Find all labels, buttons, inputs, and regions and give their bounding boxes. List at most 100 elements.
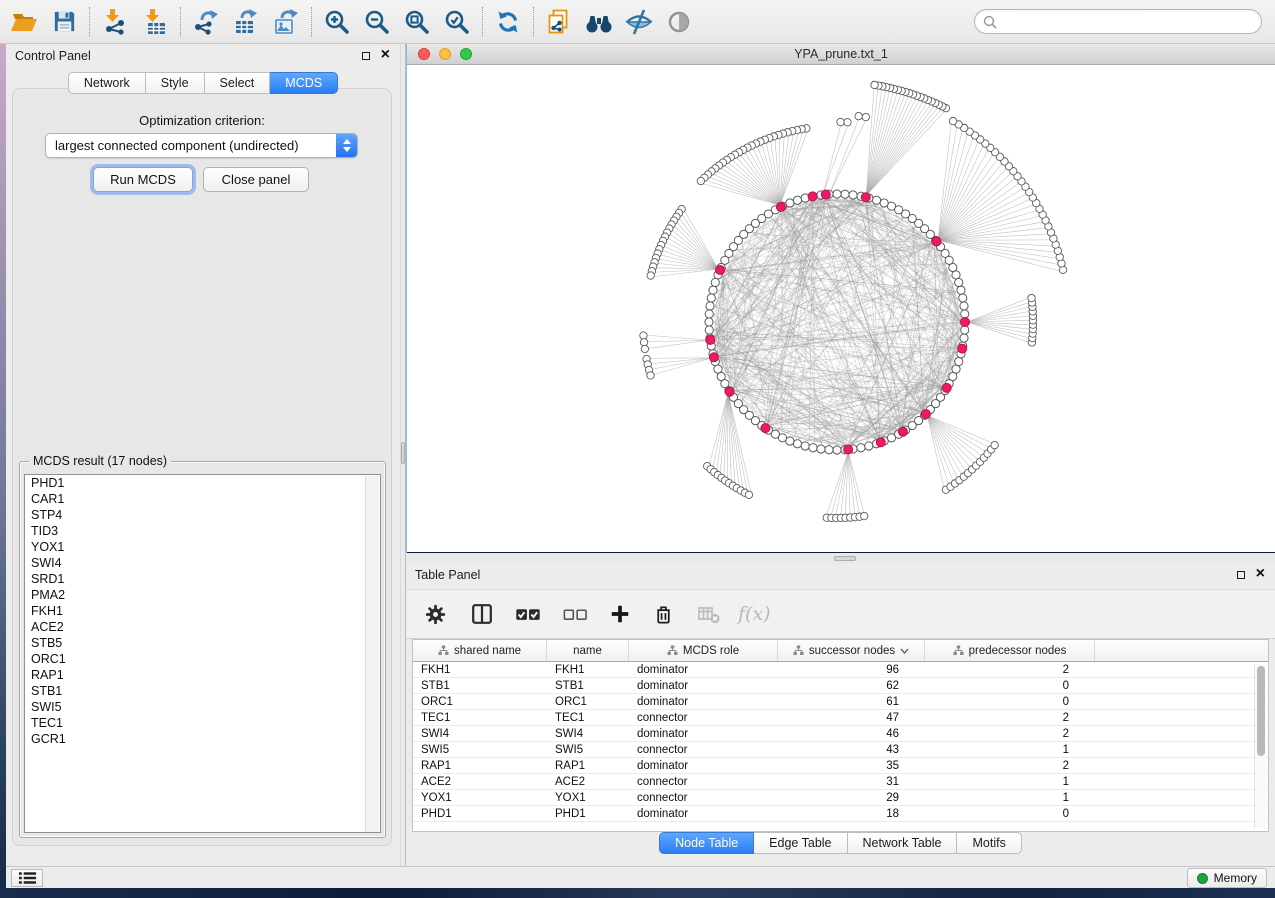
mcds-node[interactable]	[761, 424, 770, 433]
table-tab-node-table[interactable]: Node Table	[659, 832, 754, 854]
column-header-shared-name[interactable]: shared name	[413, 640, 547, 661]
network-graph[interactable]	[407, 65, 1275, 552]
function-builder-button[interactable]: f(x)	[738, 603, 771, 625]
mcds-node[interactable]	[706, 335, 715, 344]
table-row[interactable]: RAP1RAP1dominator352	[413, 758, 1268, 774]
mcds-list-scrollbar[interactable]	[365, 476, 379, 833]
horizontal-splitter-handle[interactable]	[834, 556, 856, 561]
table-row[interactable]: SWI5SWI5connector431	[413, 742, 1268, 758]
column-header-MCDS-role[interactable]: MCDS role	[629, 640, 778, 661]
close-panel-icon[interactable]: ×	[1256, 566, 1265, 582]
table-row[interactable]: STB1STB1dominator620	[413, 678, 1268, 694]
table-row[interactable]: ACE2ACE2connector311	[413, 774, 1268, 790]
table-tab-network-table[interactable]: Network Table	[848, 832, 958, 854]
table-scrollbar-thumb[interactable]	[1257, 666, 1265, 756]
table-tab-motifs[interactable]: Motifs	[957, 832, 1021, 854]
table-row[interactable]: TEC1TEC1connector472	[413, 710, 1268, 726]
mcds-result-item[interactable]: STB5	[25, 635, 380, 651]
mcds-result-item[interactable]: ACE2	[25, 619, 380, 635]
tab-style[interactable]: Style	[146, 72, 205, 94]
memory-button[interactable]: Memory	[1187, 868, 1267, 888]
run-mcds-button[interactable]: Run MCDS	[93, 167, 193, 192]
table-row[interactable]: ORC1ORC1dominator610	[413, 694, 1268, 710]
mcds-node[interactable]	[921, 410, 930, 419]
mcds-node[interactable]	[725, 387, 734, 396]
mcds-node[interactable]	[961, 318, 970, 327]
mcds-result-item[interactable]: SRD1	[25, 571, 380, 587]
mcds-node[interactable]	[808, 192, 817, 201]
table-settings-button[interactable]	[424, 603, 447, 626]
delete-column-button[interactable]	[652, 603, 675, 626]
table-row[interactable]: PHD1PHD1dominator180	[413, 806, 1268, 822]
search-input[interactable]	[1002, 12, 1261, 32]
mcds-node[interactable]	[709, 353, 718, 362]
table-tab-edge-table[interactable]: Edge Table	[754, 832, 847, 854]
toggle-visual-style-button[interactable]	[619, 3, 659, 41]
mcds-node[interactable]	[942, 383, 951, 392]
zoom-in-button[interactable]	[317, 3, 357, 41]
horizontal-splitter[interactable]	[406, 553, 1275, 563]
mcds-node[interactable]	[932, 237, 941, 246]
export-table-button[interactable]	[226, 3, 266, 41]
column-header-predecessor-nodes[interactable]: predecessor nodes	[925, 640, 1095, 661]
zoom-fit-button[interactable]	[397, 3, 437, 41]
node-table[interactable]: shared namenameMCDS rolesuccessor nodesp…	[412, 639, 1269, 832]
mcds-result-item[interactable]: PHD1	[25, 475, 380, 491]
export-network-button[interactable]	[186, 3, 226, 41]
mcds-result-item[interactable]: FKH1	[25, 603, 380, 619]
float-panel-icon[interactable]	[362, 52, 370, 60]
mcds-result-item[interactable]: SWI4	[25, 555, 380, 571]
open-file-button[interactable]	[4, 3, 44, 41]
column-header-successor-nodes[interactable]: successor nodes	[778, 640, 925, 661]
table-row[interactable]: SWI4SWI4dominator462	[413, 726, 1268, 742]
mcds-result-item[interactable]: ORC1	[25, 651, 380, 667]
vertical-splitter-handle[interactable]	[401, 442, 405, 464]
network-canvas-area[interactable]	[407, 65, 1275, 552]
mcds-node[interactable]	[776, 202, 785, 211]
add-column-button[interactable]	[609, 603, 631, 625]
mcds-result-item[interactable]: GCR1	[25, 731, 380, 747]
delete-table-button[interactable]	[696, 602, 721, 626]
optimization-criterion-dropdown[interactable]: largest connected component (undirected)	[45, 133, 358, 158]
show-column-button[interactable]	[470, 602, 494, 626]
tab-select[interactable]: Select	[205, 72, 271, 94]
mcds-result-item[interactable]: STB1	[25, 683, 380, 699]
table-row[interactable]: FKH1FKH1dominator962	[413, 662, 1268, 678]
table-scrollbar[interactable]	[1254, 664, 1266, 829]
export-image-button[interactable]	[266, 3, 306, 41]
mcds-result-item[interactable]: CAR1	[25, 491, 380, 507]
zoom-out-button[interactable]	[357, 3, 397, 41]
duplicate-network-button[interactable]	[539, 3, 579, 41]
mcds-node[interactable]	[861, 193, 870, 202]
deselect-all-button[interactable]	[562, 606, 588, 623]
network-window-titlebar[interactable]: YPA_prune.txt_1	[407, 44, 1275, 65]
mcds-result-item[interactable]: RAP1	[25, 667, 380, 683]
mcds-node[interactable]	[958, 344, 967, 353]
search-field[interactable]	[974, 9, 1262, 34]
search-binoculars-button[interactable]	[579, 3, 619, 41]
birds-eye-view-button[interactable]	[659, 3, 699, 41]
mcds-result-item[interactable]: YOX1	[25, 539, 380, 555]
mcds-result-item[interactable]: STP4	[25, 507, 380, 523]
close-panel-icon[interactable]: ×	[381, 47, 390, 63]
mcds-node[interactable]	[716, 265, 725, 274]
show-panels-list-button[interactable]	[11, 869, 43, 887]
refresh-layout-button[interactable]	[488, 3, 528, 41]
tab-mcds[interactable]: MCDS	[270, 72, 338, 94]
import-network-button[interactable]	[95, 3, 135, 41]
mcds-result-item[interactable]: SWI5	[25, 699, 380, 715]
save-session-button[interactable]	[44, 3, 84, 41]
mcds-node[interactable]	[844, 445, 853, 454]
column-header-name[interactable]: name	[547, 640, 629, 661]
mcds-result-list[interactable]: PHD1CAR1STP4TID3YOX1SWI4SRD1PMA2FKH1ACE2…	[24, 474, 381, 833]
mcds-result-item[interactable]: TEC1	[25, 715, 380, 731]
zoom-selected-button[interactable]	[437, 3, 477, 41]
mcds-result-item[interactable]: TID3	[25, 523, 380, 539]
float-panel-icon[interactable]	[1237, 571, 1245, 579]
import-table-button[interactable]	[135, 3, 175, 41]
mcds-node[interactable]	[898, 427, 907, 436]
select-all-button[interactable]	[515, 606, 541, 623]
mcds-node[interactable]	[876, 438, 885, 447]
mcds-result-item[interactable]: PMA2	[25, 587, 380, 603]
mcds-node[interactable]	[821, 190, 830, 199]
